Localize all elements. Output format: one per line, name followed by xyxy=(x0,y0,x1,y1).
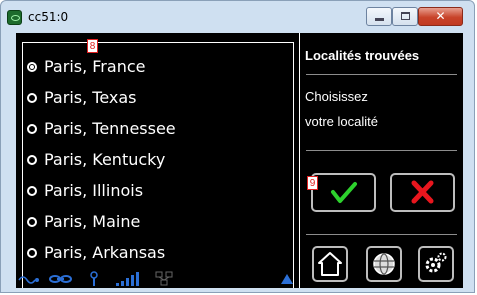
instruction-line-2: votre localité xyxy=(305,114,378,129)
radio-selected-icon xyxy=(27,62,37,72)
radio-icon xyxy=(27,124,37,134)
list-item-label: Paris, Arkansas xyxy=(44,243,166,262)
check-icon xyxy=(331,182,357,203)
list-marker-badge: 8 xyxy=(87,39,98,53)
application-window: cc51:0 ✕ 8 Paris, France Paris, Texas Pa… xyxy=(0,0,475,293)
status-bar xyxy=(16,271,299,288)
settings-button[interactable] xyxy=(418,246,454,282)
network-icon xyxy=(155,271,173,286)
device-screen: 8 Paris, France Paris, Texas Paris, Tenn… xyxy=(16,33,463,288)
radio-icon xyxy=(27,155,37,165)
wifi-connection-icon xyxy=(18,276,39,284)
title-bar[interactable]: cc51:0 ✕ xyxy=(1,1,474,33)
app-icon xyxy=(7,10,22,25)
panel-title: Localités trouvées xyxy=(305,48,420,63)
minimize-button[interactable] xyxy=(366,7,392,26)
list-item-label: Paris, Illinois xyxy=(44,181,144,200)
globe-icon xyxy=(373,253,395,275)
divider xyxy=(306,234,457,235)
minimize-icon xyxy=(375,18,384,21)
instruction-line-1: Choisissez xyxy=(305,89,368,104)
list-item-label: Paris, Texas xyxy=(44,88,137,107)
radio-icon xyxy=(27,93,37,103)
maximize-button[interactable] xyxy=(392,7,418,26)
link-icon xyxy=(49,275,72,283)
list-item-label: Paris, Tennessee xyxy=(44,119,176,138)
gear-icon xyxy=(425,252,447,273)
close-button[interactable]: ✕ xyxy=(418,7,463,26)
list-item-label: Paris, Kentucky xyxy=(44,150,166,169)
signal-bars-icon xyxy=(116,272,139,286)
radio-icon xyxy=(27,217,37,227)
divider xyxy=(306,150,457,151)
radio-icon xyxy=(27,248,37,258)
globe-button[interactable] xyxy=(366,246,402,282)
ok-marker-badge: 9 xyxy=(307,176,318,190)
maximize-icon xyxy=(401,12,410,20)
list-item-label: Paris, Maine xyxy=(44,212,141,231)
radio-icon xyxy=(27,186,37,196)
x-icon xyxy=(411,180,434,204)
panel-divider xyxy=(299,33,300,288)
antenna-icon xyxy=(90,271,98,286)
cancel-button[interactable] xyxy=(390,173,455,212)
close-icon: ✕ xyxy=(435,9,446,23)
triangle-up-icon[interactable] xyxy=(280,271,294,285)
list-item-label: Paris, France xyxy=(44,57,146,76)
window-title: cc51:0 xyxy=(28,10,69,24)
home-button[interactable] xyxy=(312,246,348,282)
home-icon xyxy=(318,252,342,276)
confirm-button[interactable] xyxy=(311,173,376,212)
divider xyxy=(306,74,457,75)
